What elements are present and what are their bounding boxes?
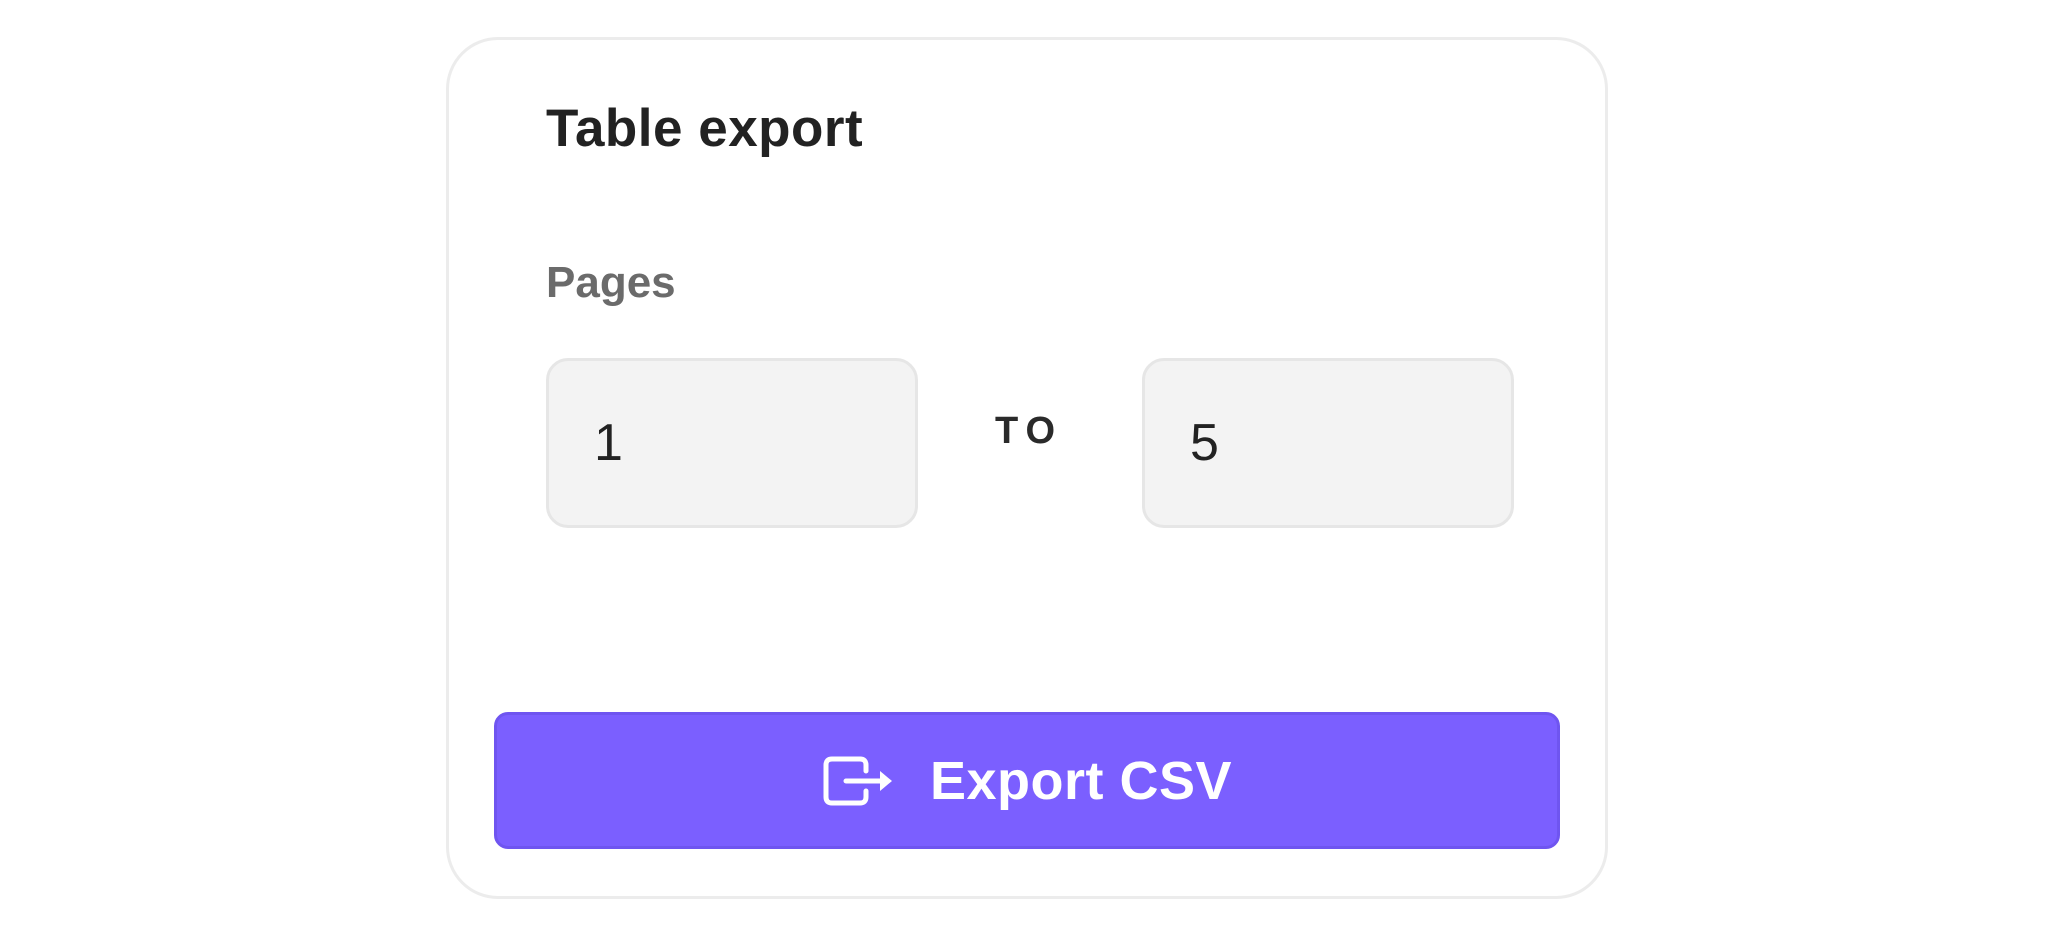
page-to-input[interactable] <box>1142 358 1514 528</box>
card-title: Table export <box>546 99 864 158</box>
page-from-input[interactable] <box>546 358 918 528</box>
export-csv-button[interactable]: Export CSV <box>494 712 1560 849</box>
range-separator: TO <box>994 410 1064 452</box>
export-button-label: Export CSV <box>929 750 1233 811</box>
pages-label: Pages <box>546 258 676 307</box>
export-icon <box>823 756 892 805</box>
